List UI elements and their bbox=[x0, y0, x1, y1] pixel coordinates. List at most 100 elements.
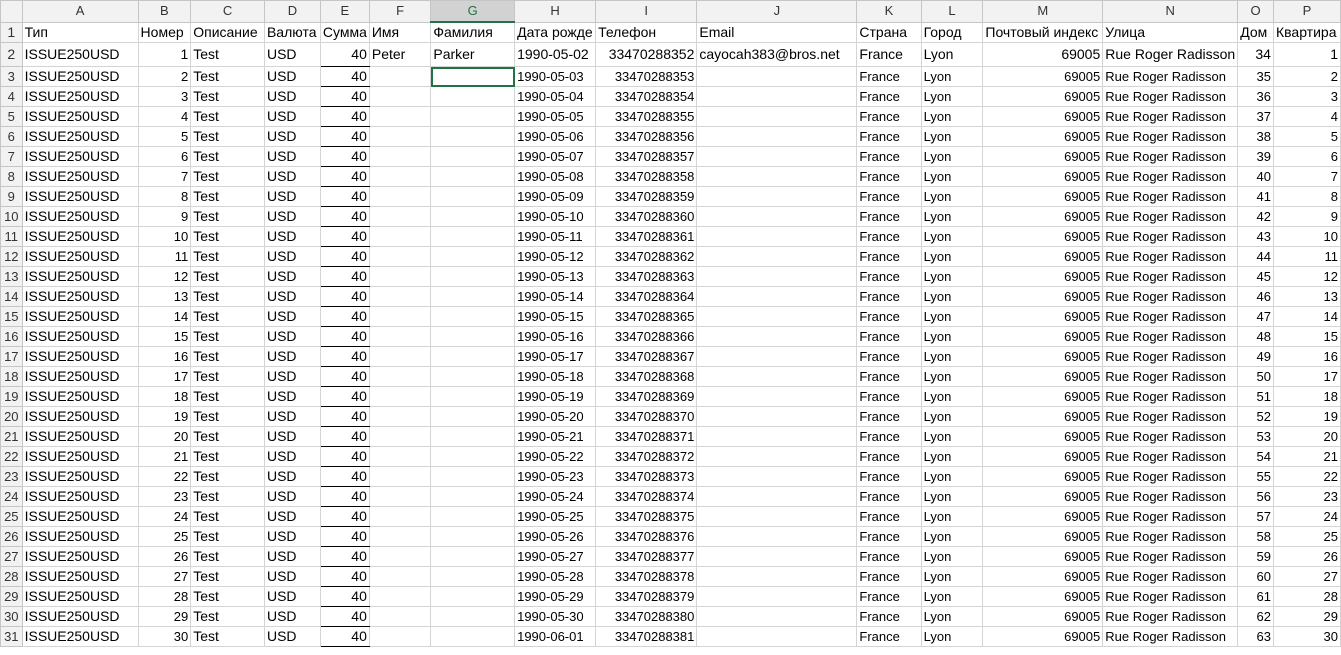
cell[interactable]: 2 bbox=[137, 66, 192, 87]
cell[interactable]: 37 bbox=[1237, 106, 1274, 127]
cell[interactable]: Test bbox=[190, 426, 265, 447]
cell[interactable]: 40 bbox=[319, 366, 370, 387]
cell[interactable]: 25 bbox=[1272, 526, 1341, 547]
cell[interactable]: Test bbox=[190, 126, 265, 147]
cell[interactable]: Test bbox=[190, 66, 265, 87]
cell[interactable]: ISSUE250USD bbox=[21, 106, 139, 127]
cell[interactable]: Lyon bbox=[920, 426, 984, 447]
row-header[interactable]: 3 bbox=[0, 66, 23, 87]
cell[interactable]: ISSUE250USD bbox=[21, 446, 139, 467]
cell[interactable]: 16 bbox=[1272, 346, 1341, 367]
cell[interactable]: 26 bbox=[1272, 546, 1341, 567]
cell[interactable]: USD bbox=[263, 106, 321, 127]
cell[interactable]: USD bbox=[263, 326, 321, 347]
cell[interactable]: Описание bbox=[190, 21, 265, 43]
cell[interactable]: Rue Roger Radisson bbox=[1102, 306, 1239, 327]
cell[interactable] bbox=[368, 586, 432, 607]
cell[interactable]: 34 bbox=[1237, 42, 1274, 67]
cell[interactable]: 40 bbox=[319, 206, 370, 227]
cell[interactable]: Test bbox=[190, 206, 265, 227]
cell[interactable] bbox=[696, 546, 858, 567]
cell[interactable]: 14 bbox=[1272, 306, 1341, 327]
cell[interactable]: 52 bbox=[1237, 406, 1274, 427]
row-header[interactable]: 14 bbox=[0, 286, 23, 307]
cell[interactable]: USD bbox=[263, 466, 321, 487]
column-header-k[interactable]: K bbox=[856, 0, 922, 23]
cell[interactable]: 33470288358 bbox=[595, 166, 698, 187]
row-header[interactable]: 19 bbox=[0, 386, 23, 407]
cell[interactable]: 36 bbox=[1237, 86, 1274, 107]
cell[interactable]: 44 bbox=[1237, 246, 1274, 267]
cell[interactable] bbox=[368, 206, 432, 227]
cell[interactable] bbox=[368, 166, 432, 187]
cell[interactable]: 69005 bbox=[982, 42, 1104, 67]
cell[interactable]: Test bbox=[190, 466, 265, 487]
cell[interactable] bbox=[430, 446, 516, 467]
cell[interactable] bbox=[430, 406, 516, 427]
cell[interactable]: 33470288367 bbox=[595, 346, 698, 367]
cell[interactable]: 1990-05-03 bbox=[514, 66, 597, 87]
cell[interactable]: Rue Roger Radisson bbox=[1102, 506, 1239, 527]
cell[interactable]: 26 bbox=[137, 546, 192, 567]
cell[interactable]: USD bbox=[263, 126, 321, 147]
cell[interactable]: 16 bbox=[137, 346, 192, 367]
cell[interactable]: Rue Roger Radisson bbox=[1102, 286, 1239, 307]
cell[interactable]: 10 bbox=[137, 226, 192, 247]
cell[interactable]: 27 bbox=[1272, 566, 1341, 587]
cell[interactable] bbox=[430, 106, 516, 127]
cell[interactable]: Дом bbox=[1237, 21, 1274, 43]
cell[interactable]: Lyon bbox=[920, 106, 984, 127]
cell[interactable]: Rue Roger Radisson bbox=[1102, 206, 1239, 227]
row-header[interactable]: 8 bbox=[0, 166, 23, 187]
cell[interactable]: France bbox=[856, 326, 922, 347]
cell[interactable]: Test bbox=[190, 586, 265, 607]
cell[interactable]: 40 bbox=[319, 386, 370, 407]
cell[interactable] bbox=[430, 86, 516, 107]
cell[interactable]: Rue Roger Radisson bbox=[1102, 66, 1239, 87]
cell[interactable]: 40 bbox=[319, 166, 370, 187]
cell[interactable]: France bbox=[856, 246, 922, 267]
cell[interactable]: 1990-05-23 bbox=[514, 466, 597, 487]
cell[interactable]: USD bbox=[263, 306, 321, 327]
cell[interactable]: 61 bbox=[1237, 586, 1274, 607]
cell[interactable]: 33470288354 bbox=[595, 86, 698, 107]
cell[interactable]: ISSUE250USD bbox=[21, 66, 139, 87]
cell[interactable] bbox=[430, 506, 516, 527]
cell[interactable]: France bbox=[856, 546, 922, 567]
column-header-m[interactable]: M bbox=[982, 0, 1104, 23]
cell[interactable]: ISSUE250USD bbox=[21, 626, 139, 647]
cell[interactable]: 1990-05-04 bbox=[514, 86, 597, 107]
cell[interactable]: Lyon bbox=[920, 566, 984, 587]
cell[interactable]: Test bbox=[190, 106, 265, 127]
cell[interactable]: USD bbox=[263, 206, 321, 227]
cell[interactable]: Rue Roger Radisson bbox=[1102, 106, 1239, 127]
column-header-d[interactable]: D bbox=[263, 0, 321, 23]
cell[interactable]: France bbox=[856, 506, 922, 527]
cell[interactable]: Сумма bbox=[319, 21, 370, 43]
cell[interactable]: 17 bbox=[137, 366, 192, 387]
cell[interactable]: Test bbox=[190, 86, 265, 107]
row-header[interactable]: 31 bbox=[0, 626, 23, 647]
cell[interactable]: 69005 bbox=[982, 286, 1104, 307]
cell[interactable]: Lyon bbox=[920, 446, 984, 467]
cell[interactable]: 1990-05-19 bbox=[514, 386, 597, 407]
cell[interactable]: 33470288380 bbox=[595, 606, 698, 627]
cell[interactable] bbox=[430, 546, 516, 567]
row-header[interactable]: 29 bbox=[0, 586, 23, 607]
cell[interactable] bbox=[430, 266, 516, 287]
cell[interactable]: 18 bbox=[137, 386, 192, 407]
cell[interactable]: ISSUE250USD bbox=[21, 406, 139, 427]
cell[interactable]: 13 bbox=[1272, 286, 1341, 307]
cell[interactable]: Test bbox=[190, 406, 265, 427]
cell[interactable]: 38 bbox=[1237, 126, 1274, 147]
cell[interactable]: 33470288368 bbox=[595, 366, 698, 387]
cell[interactable]: 33470288352 bbox=[595, 42, 698, 67]
cell[interactable]: 1990-05-09 bbox=[514, 186, 597, 207]
cell[interactable]: 69005 bbox=[982, 126, 1104, 147]
cell[interactable]: ISSUE250USD bbox=[21, 286, 139, 307]
cell[interactable]: France bbox=[856, 306, 922, 327]
cell[interactable]: Rue Roger Radisson bbox=[1102, 266, 1239, 287]
cell[interactable] bbox=[696, 266, 858, 287]
cell[interactable] bbox=[696, 426, 858, 447]
cell[interactable]: USD bbox=[263, 166, 321, 187]
